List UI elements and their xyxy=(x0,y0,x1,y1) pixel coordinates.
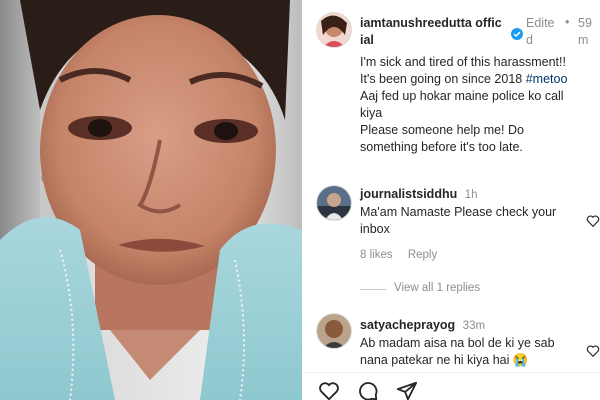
caption-line: kiya xyxy=(360,106,383,120)
comment-1-text-line: Ma'am Namaste Please check your xyxy=(360,205,557,219)
author-username[interactable]: iamtanushreedutta offic ial xyxy=(360,15,502,49)
comment-avatar-image xyxy=(317,186,351,220)
post-time-line2[interactable]: m xyxy=(578,33,588,47)
edited-line1: Edite xyxy=(526,16,555,30)
comment-2-body: satyacheprayog 33m Ab madam aisa na bol … xyxy=(360,317,585,369)
caption-line-text: It's been going on since 2018 xyxy=(360,72,526,86)
comment-avatar-image xyxy=(317,314,351,348)
author-username-line1[interactable]: iamtanushreedutta offic xyxy=(360,16,502,30)
comment-2-text-line: nana patekar ne hi kiya hai 😭 xyxy=(360,353,529,367)
view-replies-text[interactable]: View all 1 replies xyxy=(394,282,480,294)
comment-avatar[interactable] xyxy=(316,185,352,221)
caption-line: It's been going on since 2018 #metoo xyxy=(360,71,598,88)
view-replies-link[interactable]: View all 1 replies xyxy=(394,282,480,294)
caption-line: Please someone help me! Do xyxy=(360,123,524,137)
post-photo xyxy=(0,0,302,400)
post-time[interactable]: 59 m xyxy=(578,15,592,49)
edited-label: Edite d xyxy=(526,15,555,49)
post-caption: I'm sick and tired of this harassment!! … xyxy=(360,54,598,156)
caption-line: something before it's too late. xyxy=(360,140,523,154)
heart-icon[interactable] xyxy=(318,380,340,400)
comment-1-username[interactable]: journalistsiddhu xyxy=(360,187,457,201)
comment-1-time[interactable]: 1h xyxy=(465,189,478,201)
comment-1-body: journalistsiddhu 1h Ma'am Namaste Please… xyxy=(360,186,585,238)
actions-divider xyxy=(302,372,600,373)
post-media[interactable] xyxy=(0,0,302,400)
edited-line2: d xyxy=(526,33,533,47)
comment-2-text-line: Ab madam aisa na bol de ki ye sab xyxy=(360,336,555,350)
separator-dot: • xyxy=(565,15,569,29)
replies-divider xyxy=(360,289,386,290)
post-time-line1[interactable]: 59 xyxy=(578,16,592,30)
comment-avatar[interactable] xyxy=(316,313,352,349)
verified-badge-icon xyxy=(511,28,523,40)
comment-icon[interactable] xyxy=(357,380,379,400)
comment-1-heart-icon[interactable] xyxy=(586,214,600,228)
comment-2-username[interactable]: satyacheprayog xyxy=(360,318,455,332)
separator-dot-text: • xyxy=(565,15,570,29)
post-detail-panel: iamtanushreedutta offic ial Edite d • 59… xyxy=(302,0,600,400)
comment-1-likes[interactable]: 8 likes xyxy=(360,249,393,261)
author-username-line2[interactable]: ial xyxy=(360,33,374,47)
comment-2-time[interactable]: 33m xyxy=(463,320,485,332)
caption-line: Aaj fed up hokar maine police ko call xyxy=(360,89,564,103)
comment-1-meta: 8 likes Reply xyxy=(360,249,437,261)
author-avatar-image xyxy=(317,13,351,47)
share-icon[interactable] xyxy=(396,380,418,400)
hashtag-link[interactable]: #metoo xyxy=(526,72,568,86)
comment-1-text-line: inbox xyxy=(360,222,390,236)
author-avatar[interactable] xyxy=(316,12,352,48)
comment-1-reply-button[interactable]: Reply xyxy=(408,249,437,261)
comment-2-heart-icon[interactable] xyxy=(586,344,600,358)
caption-line: I'm sick and tired of this harassment!! xyxy=(360,55,566,69)
